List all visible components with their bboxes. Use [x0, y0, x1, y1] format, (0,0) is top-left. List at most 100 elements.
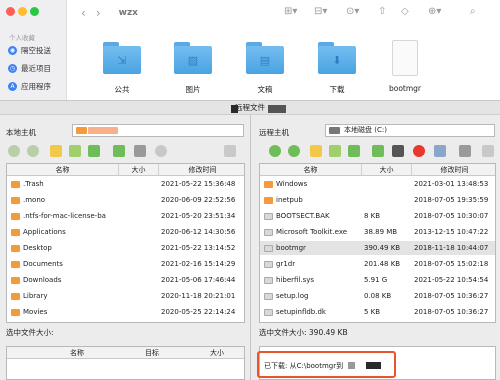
drive-icon[interactable] [392, 145, 404, 157]
search-icon[interactable]: ⌕ [470, 6, 476, 17]
local-host-label: 本地主机 [6, 128, 36, 137]
pane-divider[interactable] [250, 115, 251, 380]
public-folder-label: 公共 [114, 85, 130, 94]
table-row[interactable]: Microsoft Toolkit.exe 38.89 MB 2013-12-15 … [260, 225, 495, 239]
bootmgr-file-icon[interactable] [392, 40, 418, 76]
file-size: 0.08 KB [364, 292, 392, 300]
table-row[interactable]: Applications 2020-06-12 14:30:56 [7, 225, 244, 239]
sidebar-item-recents[interactable]: ◷ 最近项目 [8, 61, 51, 75]
back-icon[interactable] [269, 145, 281, 157]
table-row[interactable]: bootmgr 390.49 KB 2018-11-18 10:44:07 [260, 241, 495, 255]
tag-icon[interactable]: ◇ [401, 6, 409, 17]
remote-file-list[interactable]: 名称 大小 修改时间 Windows 2021-03-01 13:48:53 ine… [259, 163, 496, 323]
new-folder-icon[interactable] [88, 145, 100, 157]
remote-drive-select[interactable]: 本地磁盘 (C:) [325, 124, 495, 137]
table-row[interactable]: .ntfs-for-mac-license-ba 2021-05-20 23:51… [7, 209, 244, 223]
file-size: 390.49 KB [364, 244, 401, 252]
folder-icon [11, 229, 20, 236]
table-row[interactable]: Desktop 2021-05-22 13:14:52 [7, 241, 244, 255]
table-row[interactable]: Windows 2021-03-01 13:48:53 [260, 177, 495, 191]
forward-icon[interactable] [27, 145, 39, 157]
terminal-icon[interactable] [434, 145, 446, 157]
close-window-button[interactable] [6, 7, 15, 16]
table-row[interactable]: Library 2020-11-18 20:21:01 [7, 289, 244, 303]
stop-icon[interactable] [413, 145, 425, 157]
table-row[interactable]: .Trash 2021-05-22 15:36:48 [7, 177, 244, 191]
file-date: 2021-05-22 15:36:48 [161, 180, 236, 188]
table-row[interactable]: Movies 2020-05-25 22:14:24 [7, 305, 244, 319]
zoom-window-button[interactable] [30, 7, 39, 16]
redaction-block [231, 105, 238, 113]
file-name: Downloads [23, 276, 62, 284]
file-name: Library [23, 292, 48, 300]
column-header-name[interactable]: 名称 [260, 164, 362, 176]
table-row[interactable]: inetpub 2018-07-05 19:35:59 [260, 193, 495, 207]
file-date: 2021-05-06 17:46:44 [161, 276, 236, 284]
file-date: 2020-06-12 14:30:56 [161, 228, 236, 236]
file-name: .ntfs-for-mac-license-ba [23, 212, 106, 220]
local-selected-size: 选中文件大小: [6, 328, 54, 337]
downloads-folder-icon[interactable]: ⬇ [318, 42, 356, 74]
column-header-date[interactable]: 修改时间 [159, 164, 244, 176]
file-name: bootmgr [276, 244, 306, 252]
public-folder-icon[interactable]: ⇲ [103, 42, 141, 74]
folder-icon [11, 245, 20, 252]
transfer-queue[interactable]: 名称 目标 大小 [6, 346, 245, 380]
file-name: BOOTSECT.BAK [276, 212, 330, 220]
refresh-icon[interactable] [50, 145, 62, 157]
queue-column-size[interactable]: 大小 [197, 347, 237, 359]
copy-icon[interactable] [482, 145, 494, 157]
table-row[interactable]: hiberfil.sys 5.91 G 2021-05-22 10:54:54 [260, 273, 495, 287]
file-date: 2021-02-16 15:14:29 [161, 260, 236, 268]
queue-column-target[interactable]: 目标 [127, 347, 177, 359]
drive-icon[interactable] [134, 145, 146, 157]
download-icon[interactable] [372, 145, 384, 157]
parent-folder-icon[interactable] [69, 145, 81, 157]
table-row[interactable]: gr1dr 201.48 KB 2018-07-05 15:02:18 [260, 257, 495, 271]
minimize-window-button[interactable] [18, 7, 27, 16]
stop-icon[interactable] [155, 145, 167, 157]
table-row[interactable]: .mono 2020-06-09 22:52:56 [7, 193, 244, 207]
column-header-size[interactable]: 大小 [119, 164, 159, 176]
back-icon[interactable] [8, 145, 20, 157]
more-icon[interactable]: ⊕▾ [428, 6, 441, 17]
forward-icon[interactable] [288, 145, 300, 157]
forward-icon[interactable]: › [96, 6, 101, 20]
file-icon [264, 277, 273, 284]
upload-icon[interactable] [113, 145, 125, 157]
file-size: 5 KB [364, 308, 381, 316]
redaction-block [268, 105, 286, 113]
queue-column-name[interactable]: 名称 [47, 347, 107, 359]
file-date: 2020-11-18 20:21:01 [161, 292, 236, 300]
pictures-folder-icon[interactable]: ▨ [174, 42, 212, 74]
folder-icon [11, 277, 20, 284]
action-icon[interactable]: ⊙▾ [346, 6, 359, 17]
delete-icon[interactable] [459, 145, 471, 157]
new-folder-icon[interactable] [348, 145, 360, 157]
table-row[interactable]: Documents 2021-02-16 15:14:29 [7, 257, 244, 271]
sidebar-item-airdrop[interactable]: ◉ 隔空投送 [8, 43, 51, 57]
table-row[interactable]: setupinfldb.dk 5 KB 2018-07-05 10:36:27 [260, 305, 495, 319]
share-icon[interactable]: ⇧ [378, 6, 386, 17]
column-header-date[interactable]: 修改时间 [412, 164, 495, 176]
column-header-name[interactable]: 名称 [7, 164, 119, 176]
table-row[interactable]: Downloads 2021-05-06 17:46:44 [7, 273, 244, 287]
table-row[interactable]: setup.log 0.08 KB 2018-07-05 10:36:27 [260, 289, 495, 303]
group-icon[interactable]: ⊟▾ [314, 6, 327, 17]
table-row[interactable]: BOOTSECT.BAK 8 KB 2018-07-05 10:30:07 [260, 209, 495, 223]
sidebar-item-applications[interactable]: A 应用程序 [8, 79, 51, 93]
view-grid-icon[interactable]: ⊞▾ [284, 6, 297, 17]
local-file-list[interactable]: 名称 大小 修改时间 .Trash 2021-05-22 15:36:48 .mon… [6, 163, 245, 323]
remote-host-label: 远程主机 [259, 128, 289, 137]
refresh-icon[interactable] [310, 145, 322, 157]
window-title: wzx [118, 8, 138, 18]
file-name: .Trash [23, 180, 44, 188]
documents-folder-icon[interactable]: ▤ [246, 42, 284, 74]
back-icon[interactable]: ‹ [81, 6, 86, 20]
column-header-size[interactable]: 大小 [362, 164, 412, 176]
sidebar-item-label: 应用程序 [21, 81, 51, 91]
copy-icon[interactable] [224, 145, 236, 157]
parent-folder-icon[interactable] [329, 145, 341, 157]
file-icon [264, 309, 273, 316]
file-name: setup.log [276, 292, 309, 300]
